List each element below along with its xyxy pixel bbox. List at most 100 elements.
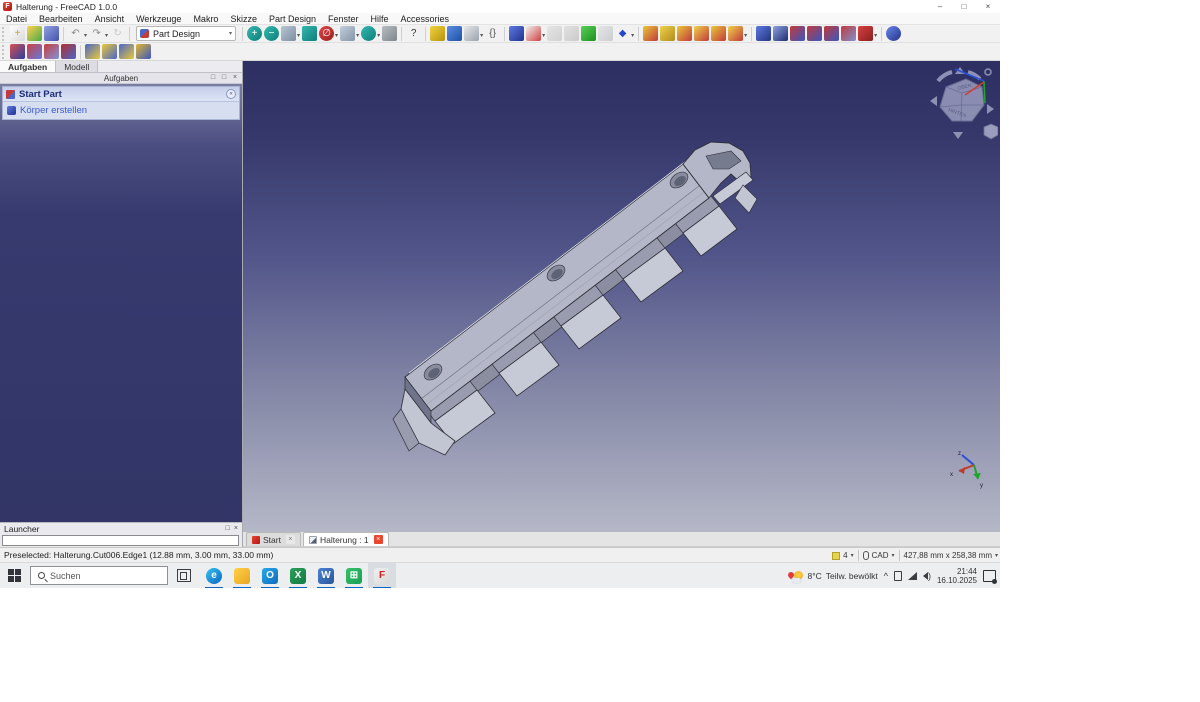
- marker-size-selector[interactable]: 4 ▾: [832, 551, 853, 560]
- tray-chevron-icon[interactable]: ^: [884, 571, 888, 581]
- hole-icon[interactable]: [773, 26, 788, 41]
- attach-sketch-icon[interactable]: [564, 26, 579, 41]
- axonometric-view-icon[interactable]: [340, 26, 355, 41]
- launcher-close-button[interactable]: ×: [234, 524, 238, 534]
- create-part-icon[interactable]: [430, 26, 445, 41]
- additive-loft-icon[interactable]: [677, 26, 692, 41]
- workbench-selector[interactable]: Part Design▾: [136, 26, 236, 41]
- standard-views-dropdown[interactable]: ▾: [297, 32, 300, 39]
- minimize-button[interactable]: –: [928, 0, 952, 13]
- undo-icon[interactable]: ↶: [68, 26, 83, 41]
- 3d-viewport[interactable]: OBEN HINTEN z x y: [243, 61, 1000, 532]
- create-group-icon[interactable]: [447, 26, 462, 41]
- draft-icon[interactable]: [44, 44, 59, 59]
- dock-tab-aufgaben[interactable]: Aufgaben: [0, 61, 56, 72]
- menu-item-part-design[interactable]: Part Design: [263, 13, 322, 25]
- fit-selection-icon[interactable]: −: [264, 26, 279, 41]
- taskbar-app-outlook[interactable]: O: [256, 563, 284, 589]
- navigation-style-selector[interactable]: CAD ▾: [863, 551, 895, 560]
- task-section-header[interactable]: Start Part «: [3, 87, 239, 102]
- menu-item-makro[interactable]: Makro: [187, 13, 224, 25]
- cad-part-halterung[interactable]: [243, 61, 1000, 532]
- float-button[interactable]: □: [220, 74, 228, 82]
- redo-icon[interactable]: ↷: [89, 26, 104, 41]
- create-datum-icon[interactable]: ◆: [615, 26, 630, 41]
- taskbar-app-edge[interactable]: e: [200, 563, 228, 589]
- whats-this-icon[interactable]: ?: [406, 26, 421, 41]
- create-datum-dropdown[interactable]: ▾: [631, 32, 634, 39]
- additive-primitive-dropdown[interactable]: ▾: [744, 32, 747, 39]
- menu-item-ansicht[interactable]: Ansicht: [89, 13, 131, 25]
- fit-all-icon[interactable]: +: [247, 26, 262, 41]
- edit-sketch-icon[interactable]: [547, 26, 562, 41]
- multitransform-icon[interactable]: [136, 44, 151, 59]
- chamfer-icon[interactable]: [27, 44, 42, 59]
- standard-views-icon[interactable]: [281, 26, 296, 41]
- menu-item-hilfe[interactable]: Hilfe: [365, 13, 395, 25]
- menu-item-fenster[interactable]: Fenster: [322, 13, 365, 25]
- additive-primitive-icon[interactable]: [728, 26, 743, 41]
- refresh-icon[interactable]: ↻: [110, 26, 125, 41]
- open-file-icon[interactable]: [27, 26, 42, 41]
- zoom-tools-icon[interactable]: [361, 26, 376, 41]
- document-tab-start[interactable]: Start×: [246, 532, 301, 546]
- device-icon[interactable]: [894, 571, 902, 581]
- dock-tab-modell[interactable]: Modell: [56, 61, 98, 72]
- undo-dropdown[interactable]: ▾: [84, 32, 87, 39]
- subtractive-primitive-icon[interactable]: [858, 26, 873, 41]
- create-sketch-icon[interactable]: [526, 26, 541, 41]
- mirrored-icon[interactable]: [85, 44, 100, 59]
- tab-close-icon[interactable]: ×: [286, 535, 295, 544]
- sync-view-icon[interactable]: [302, 26, 317, 41]
- launcher-input[interactable]: [2, 535, 239, 546]
- restore-button[interactable]: □: [952, 0, 976, 13]
- fillet-icon[interactable]: [10, 44, 25, 59]
- document-tab-halterung-1[interactable]: Halterung : 1×: [303, 532, 389, 546]
- taskbar-app-excel[interactable]: X: [284, 563, 312, 589]
- additive-helix-icon[interactable]: [711, 26, 726, 41]
- new-file-icon[interactable]: +: [10, 26, 25, 41]
- make-link-dropdown[interactable]: ▾: [480, 32, 483, 39]
- validate-sketch-icon[interactable]: [598, 26, 613, 41]
- save-file-icon[interactable]: [44, 26, 59, 41]
- navigation-cube[interactable]: OBEN HINTEN: [928, 65, 998, 145]
- create-sketch-dropdown[interactable]: ▾: [542, 32, 545, 39]
- thickness-icon[interactable]: [61, 44, 76, 59]
- redo-dropdown[interactable]: ▾: [105, 32, 108, 39]
- menu-item-bearbeiten[interactable]: Bearbeiten: [33, 13, 89, 25]
- network-icon[interactable]: [908, 572, 917, 580]
- view-size-indicator[interactable]: 427,88 mm x 258,38 mm ▾: [904, 551, 999, 560]
- subtractive-primitive-dropdown[interactable]: ▾: [874, 32, 877, 39]
- dock-button[interactable]: □: [209, 74, 217, 82]
- menu-item-datei[interactable]: Datei: [0, 13, 33, 25]
- pocket-icon[interactable]: [756, 26, 771, 41]
- close-panel-button[interactable]: ×: [231, 74, 239, 82]
- taskbar-app-explorer[interactable]: [228, 563, 256, 589]
- menu-item-accessories[interactable]: Accessories: [395, 13, 456, 25]
- start-button[interactable]: [8, 569, 21, 582]
- revolution-icon[interactable]: [660, 26, 675, 41]
- subtractive-pipe-icon[interactable]: [824, 26, 839, 41]
- additive-pipe-icon[interactable]: [694, 26, 709, 41]
- weather-widget[interactable]: 8°C Teilw. bewölkt: [788, 570, 877, 583]
- groove-icon[interactable]: [790, 26, 805, 41]
- taskbar-app-word[interactable]: W: [312, 563, 340, 589]
- subtractive-helix-icon[interactable]: [841, 26, 856, 41]
- pad-icon[interactable]: [643, 26, 658, 41]
- variable-set-icon[interactable]: {}: [485, 26, 500, 41]
- linear-pattern-icon[interactable]: [102, 44, 117, 59]
- notification-center-icon[interactable]: [983, 570, 996, 582]
- draw-style-icon[interactable]: ∅: [319, 26, 334, 41]
- create-body-icon[interactable]: [509, 26, 524, 41]
- task-view-button[interactable]: [177, 569, 191, 582]
- clock[interactable]: 21:44 16.10.2025: [937, 567, 977, 585]
- subtractive-loft-icon[interactable]: [807, 26, 822, 41]
- axonometric-view-dropdown[interactable]: ▾: [356, 32, 359, 39]
- menu-item-werkzeuge[interactable]: Werkzeuge: [130, 13, 187, 25]
- volume-icon[interactable]: ): [923, 571, 931, 581]
- map-sketch-to-face-icon[interactable]: [581, 26, 596, 41]
- taskbar-search[interactable]: Suchen: [30, 566, 168, 585]
- measure-icon[interactable]: [382, 26, 397, 41]
- tab-close-icon[interactable]: ×: [374, 535, 383, 544]
- draw-style-dropdown[interactable]: ▾: [335, 32, 338, 39]
